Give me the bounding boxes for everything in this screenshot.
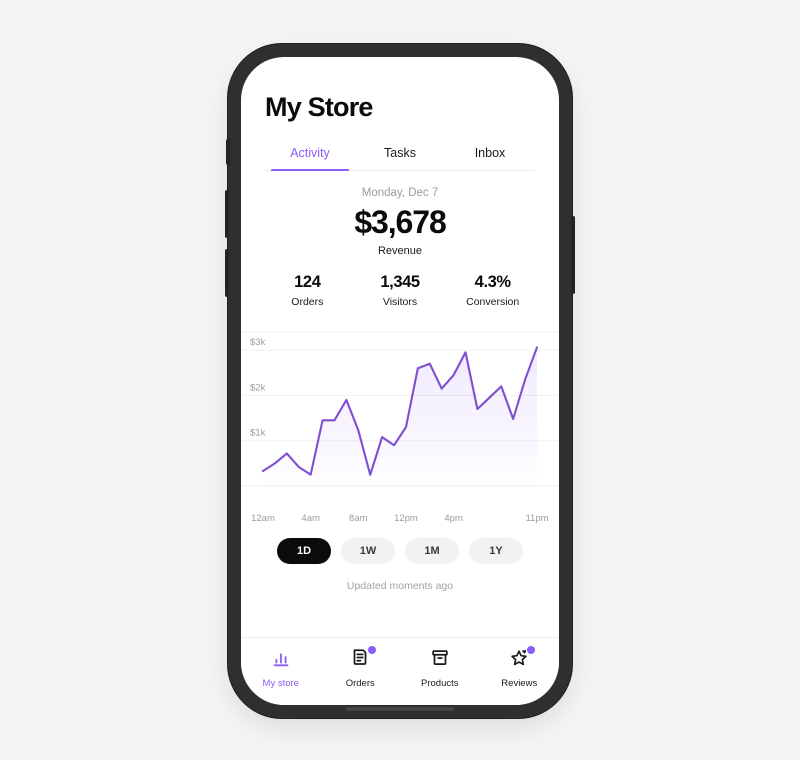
revenue-value: $3,678 [354,204,446,241]
range-chip-1m[interactable]: 1M [405,537,459,564]
svg-text:8am: 8am [349,513,368,524]
metrics-row: 124 Orders 1,345 Visitors 4.3% Conversio… [261,273,539,308]
range-chip-1w[interactable]: 1W [341,537,395,564]
silent-switch-button[interactable] [226,139,230,165]
svg-text:11pm: 11pm [525,513,548,524]
tab-activity[interactable]: Activity [265,137,355,172]
metric-visitors-value: 1,345 [380,272,420,291]
revenue-chart[interactable]: $1k $2k $3k 12am 4am 8am 12pm 4pm 11pm [241,326,559,526]
range-chip-1y-label: 1Y [489,544,503,557]
svg-text:4am: 4am [301,513,320,524]
bottom-navigation-bar: My store Orders Products Reviews [241,637,559,705]
app-header: My Store Activity Tasks Inbox [241,57,559,172]
range-chip-1d[interactable]: 1D [277,537,331,564]
tab-tasks[interactable]: Tasks [355,137,445,170]
chart-x-axis: 12am 4am 8am 12pm 4pm 11pm [251,513,548,524]
star-sparkle-icon [508,646,536,669]
orders-badge-dot [368,646,377,654]
nav-item-reviews-label: Reviews [501,678,538,689]
document-icon [349,646,377,669]
volume-up-button[interactable] [225,190,229,238]
archive-box-icon [429,647,451,669]
range-selector: 1D 1W 1M 1Y [241,537,559,564]
svg-text:$2k: $2k [250,382,266,393]
svg-text:4pm: 4pm [444,513,463,524]
range-chip-1w-label: 1W [359,544,377,557]
home-indicator [346,707,454,711]
power-button[interactable] [571,216,575,294]
bar-chart-icon [270,647,292,669]
svg-text:$3k: $3k [250,337,266,348]
tab-activity-label: Activity [290,146,330,161]
volume-down-button[interactable] [225,249,229,297]
nav-item-orders[interactable]: Orders [321,646,401,689]
metric-orders-value: 124 [294,272,321,291]
range-chip-1y[interactable]: 1Y [469,537,523,564]
chart-area-fill [263,347,537,486]
metric-conversion-value: 4.3% [474,272,511,291]
svg-text:$1k: $1k [250,428,266,439]
metric-conversion: 4.3% Conversion [446,273,539,308]
nav-item-products[interactable]: Products [400,647,480,689]
nav-item-orders-label: Orders [345,678,375,689]
updated-status-text: Updated moments ago [346,579,454,592]
range-chip-1d-label: 1D [296,544,312,557]
phone-frame: My Store Activity Tasks Inbox Monday, De… [225,44,575,718]
nav-item-my-store[interactable]: My store [241,647,321,689]
metric-orders: 124 Orders [261,273,354,308]
metric-visitors: 1,345 Visitors [354,273,447,308]
nav-item-reviews[interactable]: Reviews [480,646,560,689]
metric-conversion-label: Conversion [466,295,520,308]
page-title: My Store [265,92,373,122]
metric-orders-label: Orders [291,295,324,308]
revenue-chart-svg: $1k $2k $3k [241,331,559,487]
tab-tasks-label: Tasks [384,146,416,161]
range-chip-1m-label: 1M [424,544,440,557]
svg-text:12pm: 12pm [394,513,418,524]
nav-item-products-label: Products [421,678,459,689]
revenue-label: Revenue [377,244,423,257]
tab-inbox-label: Inbox [474,146,506,161]
svg-text:12am: 12am [251,513,275,524]
tab-inbox[interactable]: Inbox [445,137,535,170]
tab-bar: Activity Tasks Inbox [265,137,535,172]
phone-screen: My Store Activity Tasks Inbox Monday, De… [241,57,559,705]
reviews-badge-dot [527,646,536,654]
chart-y-axis-labels: $1k $2k $3k [250,337,266,439]
summary-section: Monday, Dec 7 $3,678 Revenue 124 Orders … [241,171,559,308]
summary-date: Monday, Dec 7 [361,187,439,200]
metric-visitors-label: Visitors [382,295,418,308]
nav-item-my-store-label: My store [262,678,299,689]
